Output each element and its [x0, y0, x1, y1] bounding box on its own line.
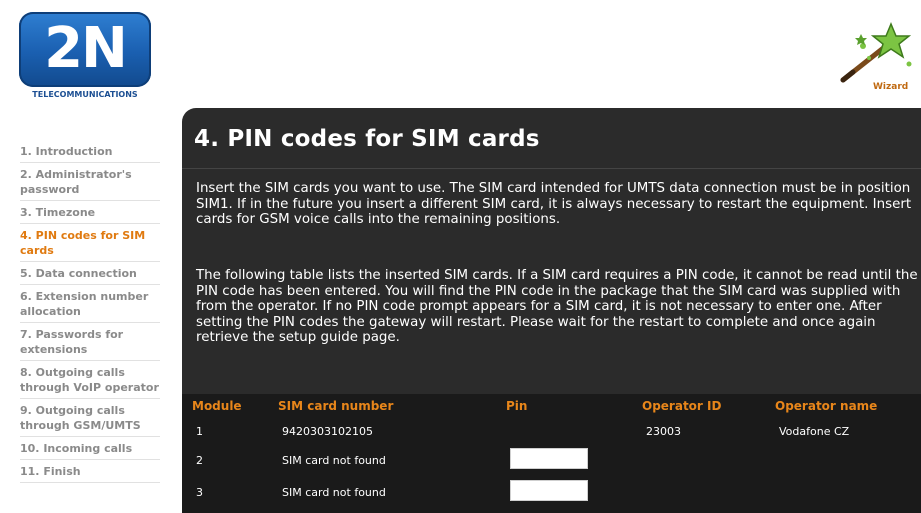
- brand-logo: 2N TELECOMMUNICATIONS: [19, 12, 151, 100]
- intro-paragraph: Insert the SIM cards you want to use. Th…: [196, 181, 912, 227]
- sidebar-item-extension-passwords[interactable]: 7. Passwords for extensions: [20, 323, 160, 361]
- row1-sim-number: 9420303102105: [282, 425, 373, 438]
- sidebar-item-finish[interactable]: 11. Finish: [20, 460, 160, 483]
- row2-module: 2: [196, 454, 203, 467]
- sidebar-item-extension-allocation[interactable]: 6. Extension number allocation: [20, 285, 160, 323]
- sidebar-item-introduction[interactable]: 1. Introduction: [20, 140, 160, 163]
- setup-steps-sidebar: 1. Introduction 2. Administrator's passw…: [20, 140, 160, 483]
- sidebar-item-pin-codes[interactable]: 4. PIN codes for SIM cards: [20, 224, 160, 262]
- column-header-operator-name: Operator name: [775, 399, 878, 413]
- column-header-operator-id: Operator ID: [642, 399, 722, 413]
- sidebar-item-outgoing-voip[interactable]: 8. Outgoing calls through VoIP operator: [20, 361, 160, 399]
- sidebar-item-data-connection[interactable]: 5. Data connection: [20, 262, 160, 285]
- row3-module: 3: [196, 486, 203, 499]
- instructions-paragraph: The following table lists the inserted S…: [196, 268, 918, 345]
- row1-operator-id: 23003: [646, 425, 681, 438]
- sim-cards-table: Module SIM card number Pin Operator ID O…: [182, 394, 921, 513]
- column-header-sim-number: SIM card number: [278, 399, 394, 413]
- sidebar-item-incoming-calls[interactable]: 10. Incoming calls: [20, 437, 160, 460]
- row2-sim-status: SIM card not found: [282, 454, 386, 467]
- row1-module: 1: [196, 425, 203, 438]
- page-title: 4. PIN codes for SIM cards: [194, 126, 540, 152]
- logo-brand-text: 2N: [44, 16, 128, 81]
- logo-subtitle: TELECOMMUNICATIONS: [32, 90, 138, 99]
- wizard-button[interactable]: Wizard: [839, 20, 921, 96]
- logo-badge: 2N: [19, 12, 151, 87]
- magic-wand-icon: [840, 22, 912, 83]
- sidebar-item-outgoing-gsm[interactable]: 9. Outgoing calls through GSM/UMTS: [20, 399, 160, 437]
- column-header-module: Module: [192, 399, 242, 413]
- column-header-pin: Pin: [506, 399, 528, 413]
- title-divider: [182, 168, 921, 169]
- sidebar-item-timezone[interactable]: 3. Timezone: [20, 201, 160, 224]
- wizard-label: Wizard: [873, 82, 909, 92]
- row1-operator-name: Vodafone CZ: [779, 425, 850, 438]
- row3-sim-status: SIM card not found: [282, 486, 386, 499]
- main-panel: 4. PIN codes for SIM cards Insert the SI…: [182, 108, 921, 513]
- row2-pin-input[interactable]: [510, 448, 588, 469]
- row3-pin-input[interactable]: [510, 480, 588, 501]
- sidebar-item-administrator-password[interactable]: 2. Administrator's password: [20, 163, 160, 201]
